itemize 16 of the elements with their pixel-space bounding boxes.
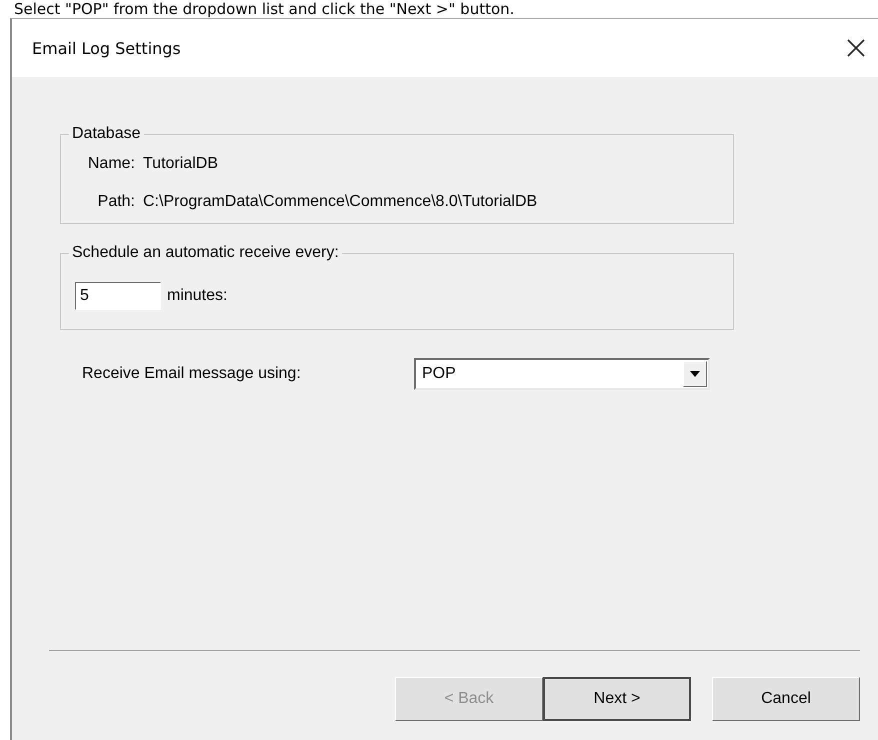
dialog-button[interactable]: Cancel [712,677,860,721]
close-icon[interactable] [846,38,866,58]
group-title: Database [71,125,142,143]
receive-label: Receive Email message using: [82,365,302,383]
instruction-text: Select "POP" from the dropdown list and click the "Next >" button. [13,0,516,18]
interval-field[interactable]: 5 [75,282,161,310]
field-label: Path: [96,193,135,211]
dropdown-arrow-icon [690,371,700,377]
unit-label: minutes: [167,287,228,305]
protocol-dropdown[interactable]: POP [414,358,710,390]
field-label: Name: [86,155,135,173]
dialog-button[interactable]: Next > [543,677,691,721]
field-value: TutorialDB [143,155,219,173]
window-title: Email Log Settings [32,38,181,58]
group-title: Schedule an automatic receive every: [71,244,340,262]
field-value: C:\ProgramData\Commence\Commence\8.0\TutorialDB [143,193,538,211]
